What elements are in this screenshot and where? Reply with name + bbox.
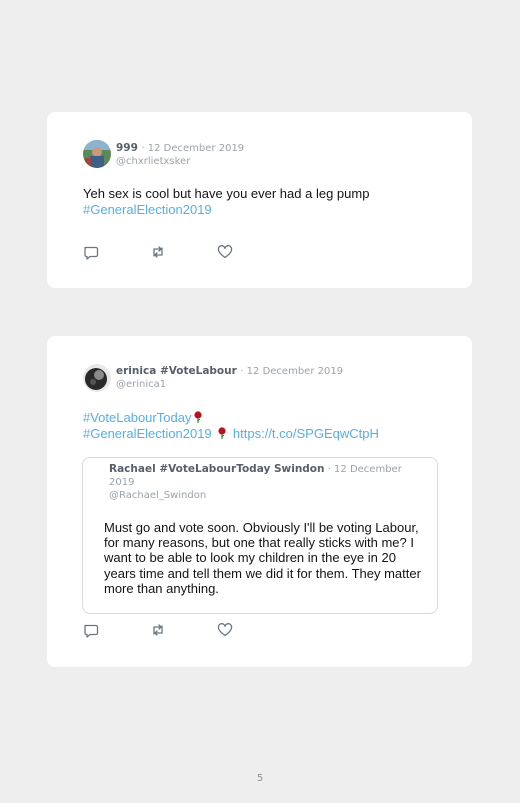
tweet-date: · 12 December 2019 [141, 143, 245, 154]
hashtag-link[interactable]: #GeneralElection2019 [83, 202, 212, 217]
user-name[interactable]: erinica #VoteLabour [116, 365, 237, 377]
tweet-meta: 999 · 12 December 2019 @chxrlietxsker [116, 142, 244, 168]
like-icon[interactable] [217, 244, 233, 260]
user-handle[interactable]: @erinica1 [116, 379, 343, 391]
tweet-meta: erinica #VoteLabour · 12 December 2019 @… [116, 365, 343, 391]
quoted-user-name[interactable]: Rachael #VoteLabourToday Swindon [109, 463, 325, 475]
avatar[interactable] [83, 364, 111, 392]
tweet-date: · 12 December 2019 [240, 366, 344, 377]
user-handle[interactable]: @chxrlietxsker [116, 156, 244, 168]
quoted-tweet[interactable]: Rachael #VoteLabourToday Swindon · 12 De… [82, 457, 438, 614]
retweet-icon[interactable] [150, 244, 166, 260]
url-link[interactable]: https://t.co/SPGEqwCtpH [233, 426, 379, 441]
reply-icon[interactable] [83, 622, 99, 638]
hashtag-link[interactable]: #VoteLabourToday [83, 410, 191, 425]
quoted-user-handle[interactable]: @Rachael_Swindon [109, 490, 409, 503]
quoted-tweet-meta: Rachael #VoteLabourToday Swindon · 12 De… [109, 463, 409, 503]
reply-icon[interactable] [83, 244, 99, 260]
rose-emoji [217, 426, 227, 439]
quoted-tweet-text: Must go and vote soon. Obviously I'll be… [104, 520, 421, 596]
tweet-card: 999 · 12 December 2019 @chxrlietxsker Ye… [47, 112, 472, 288]
user-name[interactable]: 999 [116, 142, 138, 154]
tweet-card: erinica #VoteLabour · 12 December 2019 @… [47, 336, 472, 667]
rose-emoji [193, 411, 203, 423]
tweet-text: #VoteLabourToday #GeneralElection2019 ht… [83, 410, 443, 441]
like-icon[interactable] [217, 622, 233, 638]
tweet-text: Yeh sex is cool but have you ever had a … [83, 186, 443, 217]
hashtag-link[interactable]: #GeneralElection2019 [83, 426, 212, 441]
page-number: 5 [256, 773, 264, 784]
retweet-icon[interactable] [150, 622, 166, 638]
tweet-text-line: Yeh sex is cool but have you ever had a … [83, 186, 370, 201]
avatar[interactable] [83, 140, 111, 168]
